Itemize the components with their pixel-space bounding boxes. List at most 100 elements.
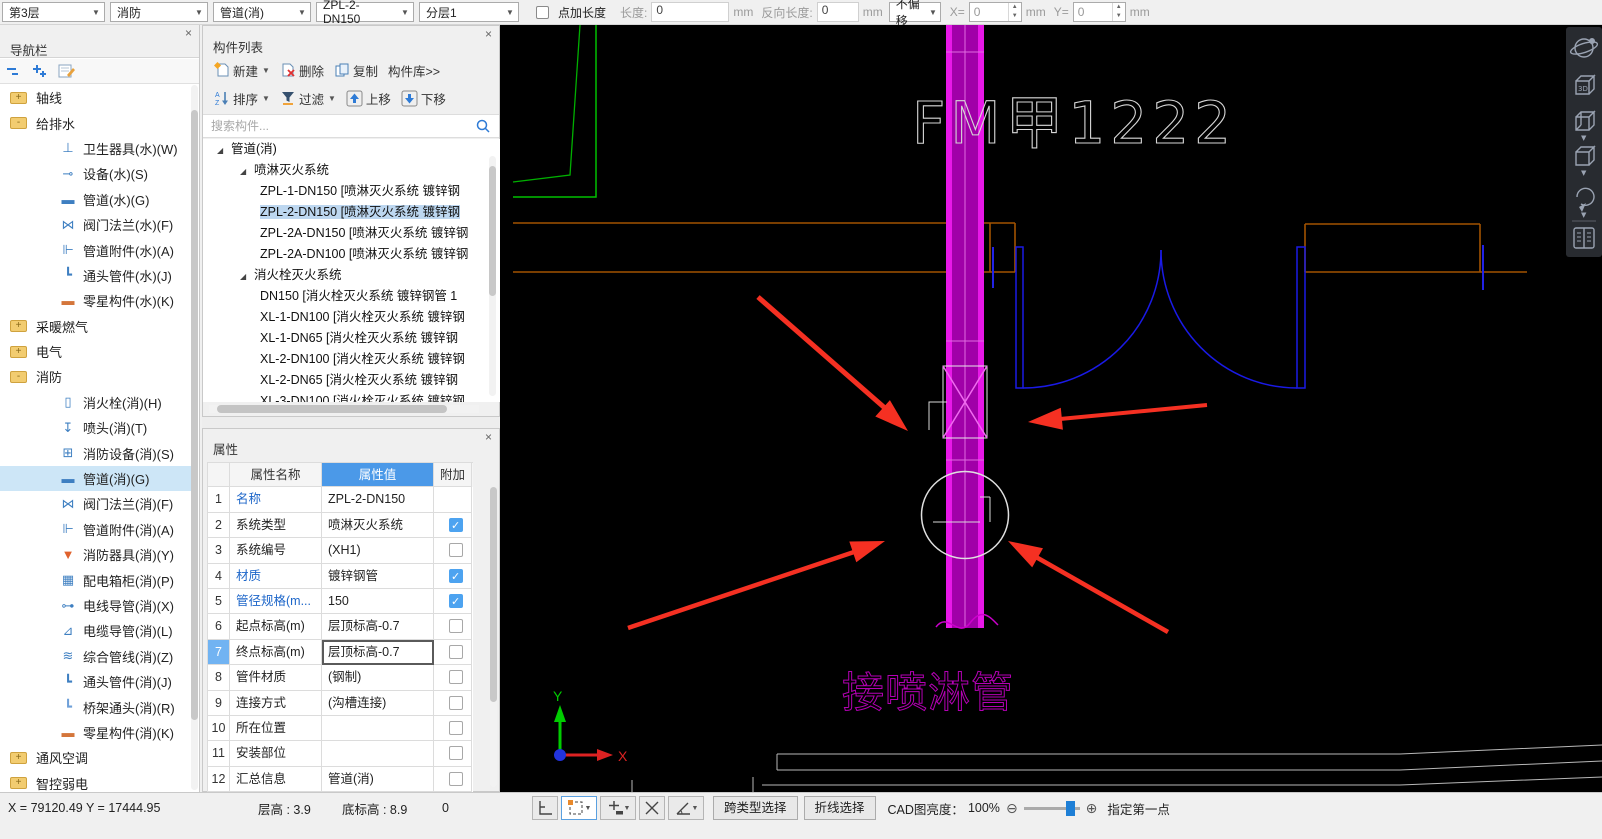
sidebar-item-valve-flange-water[interactable]: ⋈阀门法兰(水)(F) [0, 212, 192, 237]
sidebar-item-hvac[interactable]: 通风空调 [0, 745, 192, 770]
point-add-length-checkbox[interactable] [536, 6, 549, 19]
category-select[interactable]: 管道(消)▼ [213, 2, 311, 22]
sidebar-item-fire-appliance[interactable]: ▼消防器具(消)(Y) [0, 542, 192, 567]
attach-checkbox[interactable] [449, 696, 463, 710]
component-select[interactable]: ZPL-2-DN150▼ [316, 2, 414, 22]
brightness-slider-handle[interactable] [1066, 801, 1075, 816]
sidebar-item-equipment-water[interactable]: ⊸设备(水)(S) [0, 161, 192, 186]
property-value[interactable]: (XH1) [322, 538, 434, 563]
stepper-arrows-icon[interactable]: ▲▼ [1008, 3, 1021, 21]
polyline-select-button[interactable]: 折线选择 [804, 796, 876, 820]
cad-text-sprinkler-pipe[interactable]: 接喷淋管 [842, 668, 1014, 717]
sidebar-item-misc-component-water[interactable]: ▬零星构件(水)(K) [0, 288, 192, 313]
tree-node-zpl-1-dn150[interactable]: ZPL-1-DN150 [喷淋灭火系统 镀锌钢 [203, 181, 487, 202]
expander-icon[interactable]: ◢ [240, 266, 254, 286]
cad-text-fm[interactable]: FM甲1222 [912, 89, 1236, 157]
property-value[interactable]: 层顶标高-0.7 [322, 614, 434, 639]
close-icon[interactable]: × [485, 29, 492, 39]
stepper-arrows-icon[interactable]: ▲▼ [1112, 3, 1125, 21]
sidebar-item-tray-connector-fire[interactable]: ┗桥架通头(消)(R) [0, 694, 192, 719]
sidebar-item-plumbing[interactable]: 给排水 [0, 110, 192, 135]
sidebar-item-integrated-pipeline-fire[interactable]: ≋综合管线(消)(Z) [0, 644, 192, 669]
component-tree-hscrollbar[interactable] [209, 405, 479, 413]
door-leaf-left[interactable] [1016, 247, 1023, 388]
close-icon[interactable]: × [485, 432, 492, 442]
cad-canvas[interactable]: FM甲1222 接喷淋管 Y X [500, 25, 1602, 792]
property-value-selected[interactable]: 层顶标高-0.7 [322, 640, 434, 665]
cad-curb-lines[interactable] [632, 745, 1602, 792]
property-value[interactable]: 喷淋灭火系统 [322, 513, 434, 538]
copy-component-button[interactable]: 复制 [331, 59, 381, 82]
delete-component-button[interactable]: 删除 [277, 59, 327, 82]
navigator-scrollbar[interactable] [191, 85, 198, 790]
door-swing-arc-left[interactable] [1023, 250, 1161, 388]
move-up-button[interactable]: 上移 [343, 87, 394, 110]
close-icon[interactable]: × [185, 28, 192, 38]
sidebar-item-pipe-fitting-water[interactable]: ⊩管道附件(水)(A) [0, 237, 192, 262]
property-value[interactable]: 镀锌钢管 [322, 564, 434, 589]
chevron-down-icon[interactable]: ▼ [1581, 211, 1587, 219]
attach-checkbox-checked[interactable] [449, 594, 463, 608]
sidebar-item-pipe-water[interactable]: ▬管道(水)(G) [0, 187, 192, 212]
property-value[interactable]: ZPL-2-DN150 [322, 487, 434, 512]
red-arrow[interactable] [628, 541, 885, 628]
expand-all-icon[interactable] [32, 63, 48, 79]
length-input[interactable]: 0 [651, 2, 729, 22]
point-snap-tool-button[interactable]: ▼ [600, 796, 636, 820]
chevron-down-icon[interactable]: ▼ [1581, 169, 1587, 177]
sidebar-item-axis[interactable]: 轴线 [0, 85, 192, 110]
sidebar-item-hydrant-fire[interactable]: ▯消火栓(消)(H) [0, 390, 192, 415]
collapse-all-icon[interactable] [6, 63, 22, 79]
sort-button[interactable]: AZ 排序▼ [211, 87, 273, 110]
attach-checkbox[interactable] [449, 670, 463, 684]
expander-icon[interactable]: ◢ [240, 161, 254, 181]
sidebar-item-pipe-fitting-fire[interactable]: ⊩管道附件(消)(A) [0, 517, 192, 542]
offset-select[interactable]: 不偏移▼ [889, 2, 941, 22]
sidebar-item-smart-low-voltage[interactable]: 智控弱电 [0, 771, 192, 792]
red-arrow[interactable] [758, 297, 908, 431]
cad-double-door[interactable] [1016, 247, 1305, 388]
attach-checkbox[interactable] [449, 746, 463, 760]
cad-green-wall-line[interactable] [513, 25, 596, 197]
sidebar-item-distribution-box-fire[interactable]: ▦配电箱柜(消)(P) [0, 567, 192, 592]
attach-checkbox-checked[interactable] [449, 569, 463, 583]
sidebar-item-connector-fitting-water[interactable]: ┗通头管件(水)(J) [0, 263, 192, 288]
property-value[interactable]: 150 [322, 589, 434, 614]
property-value[interactable]: (钢制) [322, 665, 434, 690]
property-value[interactable]: (沟槽连接) [322, 691, 434, 716]
component-search-input[interactable] [211, 119, 475, 133]
sidebar-item-electrical[interactable]: 电气 [0, 339, 192, 364]
cross-snap-tool-button[interactable] [639, 796, 665, 820]
tree-node-xl-3-dn100[interactable]: XL-3-DN100 [消火栓灭火系统 镀锌钢 [203, 391, 487, 402]
brightness-slider[interactable] [1024, 807, 1080, 810]
tree-node-xl-1-dn100[interactable]: XL-1-DN100 [消火栓灭火系统 镀锌钢 [203, 307, 487, 328]
attach-checkbox[interactable] [449, 721, 463, 735]
tree-node-xl-2-dn100[interactable]: XL-2-DN100 [消火栓灭火系统 镀锌钢 [203, 349, 487, 370]
attach-checkbox[interactable] [449, 543, 463, 557]
expander-icon[interactable]: ◢ [217, 140, 231, 160]
folder-minus-icon[interactable] [10, 117, 27, 129]
sidebar-item-heating-gas[interactable]: 采暖燃气 [0, 314, 192, 339]
specialty-select[interactable]: 消防▼ [110, 2, 208, 22]
x-coordinate-stepper[interactable]: 0▲▼ [969, 2, 1022, 22]
angle-snap-tool-button[interactable]: ▼ [668, 796, 704, 820]
brightness-minus-icon[interactable]: ⊖ [1006, 800, 1018, 817]
folder-plus-icon[interactable] [10, 92, 27, 104]
properties-scrollbar[interactable] [490, 487, 497, 787]
sidebar-item-pipe-fire[interactable]: ▬管道(消)(G) [0, 466, 192, 491]
component-search-box[interactable] [203, 114, 499, 138]
edit-note-icon[interactable] [58, 63, 76, 79]
sidebar-item-valve-flange-fire[interactable]: ⋈阀门法兰(消)(F) [0, 491, 192, 516]
red-arrow[interactable] [1008, 541, 1168, 632]
folder-minus-icon[interactable] [10, 371, 27, 383]
attach-checkbox[interactable] [449, 645, 463, 659]
sidebar-item-misc-component-fire[interactable]: ▬零星构件(消)(K) [0, 720, 192, 745]
door-swing-arc-right[interactable] [1161, 250, 1297, 388]
property-value[interactable] [322, 741, 434, 766]
attach-checkbox[interactable] [449, 619, 463, 633]
tree-node-dn150[interactable]: DN150 [消火栓灭火系统 镀锌钢管 1 [203, 286, 487, 307]
red-arrow[interactable] [1028, 405, 1207, 430]
tree-node-xl-1-dn65[interactable]: XL-1-DN65 [消火栓灭火系统 镀锌钢 [203, 328, 487, 349]
sidebar-item-connector-fitting-fire[interactable]: ┗通头管件(消)(J) [0, 669, 192, 694]
component-tree-scrollbar[interactable] [489, 156, 496, 396]
